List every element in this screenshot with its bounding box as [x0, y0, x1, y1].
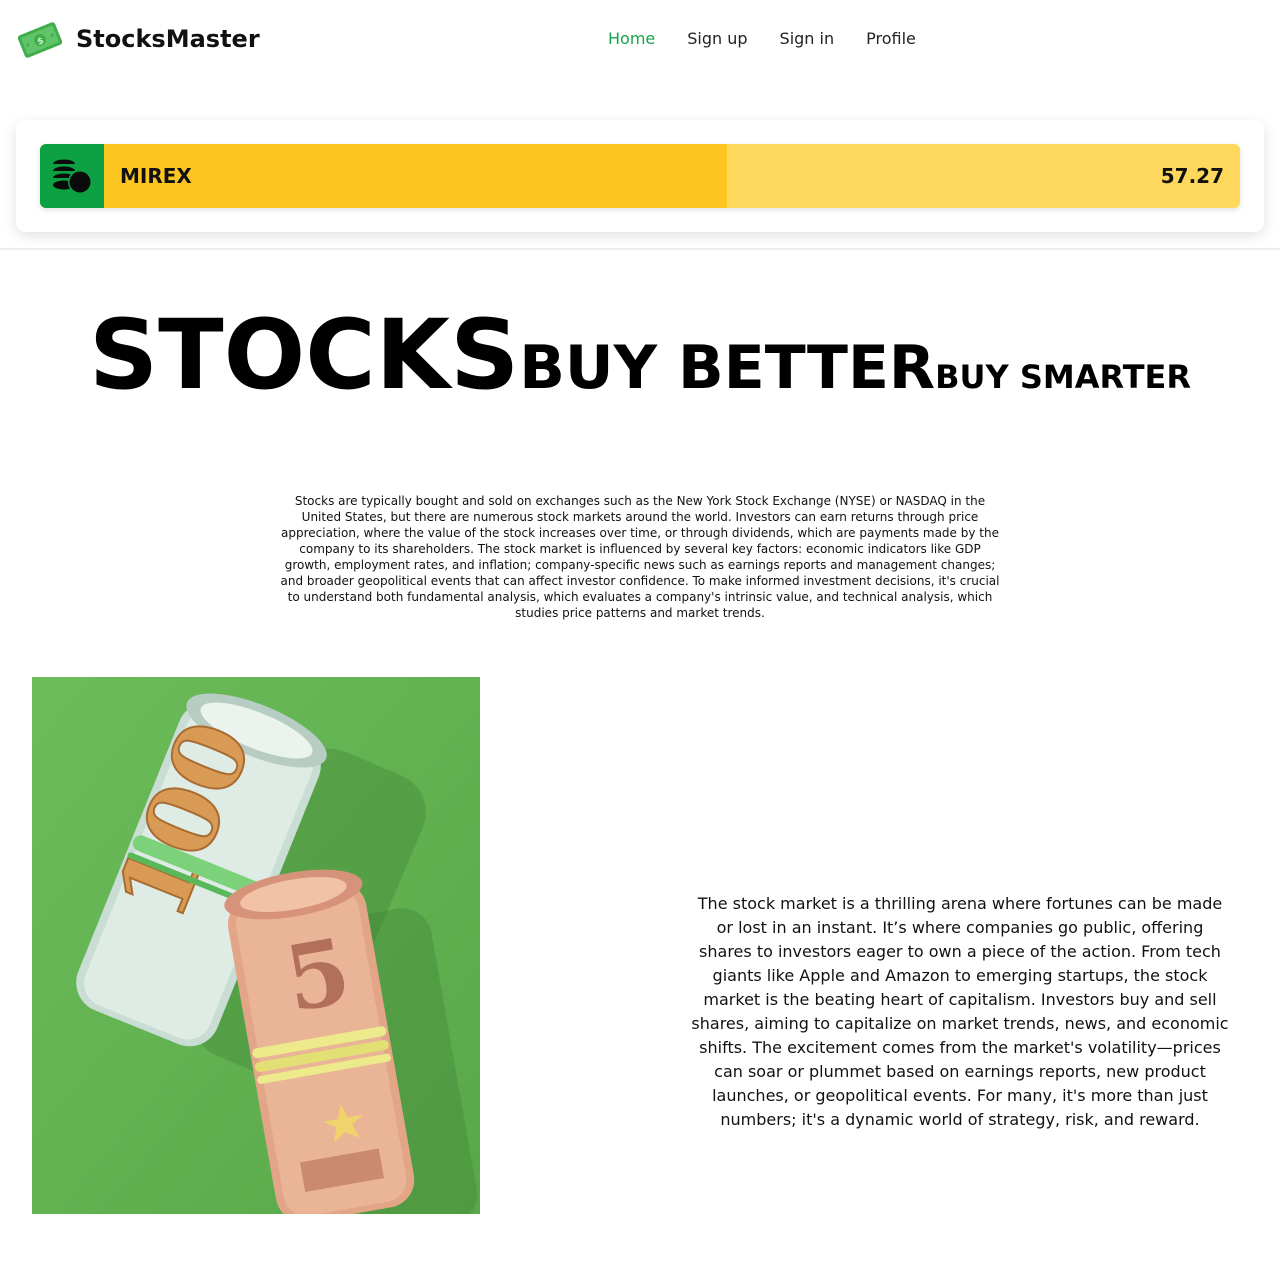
nav-home[interactable]: Home [608, 29, 655, 49]
nav-profile[interactable]: Profile [866, 29, 916, 49]
nav-sign-in[interactable]: Sign in [780, 29, 835, 49]
rolled-banknotes-image: 100 5 [32, 677, 480, 1214]
ticker-value: 57.27 [1160, 164, 1224, 188]
hero-word-buy-better: BUY BETTER [519, 333, 936, 403]
nav-sign-up[interactable]: Sign up [687, 29, 747, 49]
section-divider [0, 248, 1280, 250]
hero-word-stocks: STOCKS [88, 299, 520, 411]
story-paragraph: The stock market is a thrilling arena wh… [691, 894, 1229, 1129]
banknotes-illustration: 100 5 [32, 677, 480, 1214]
ticker-icon-box [40, 144, 104, 208]
brand-name[interactable]: StocksMaster [76, 24, 260, 54]
intro-paragraph: Stocks are typically bought and sold on … [280, 494, 1000, 620]
coins-icon [53, 159, 92, 194]
hero-word-buy-smarter: BUY SMARTER [935, 358, 1192, 396]
ticker-bar[interactable]: MIREX 57.27 [40, 144, 1240, 208]
ticker-card: MIREX 57.27 [16, 120, 1264, 232]
site-header: $ StocksMaster Home Sign up Sign in Prof… [0, 0, 1280, 80]
hero-heading: STOCKSBUY BETTERBUY SMARTER [0, 300, 1280, 410]
main-nav: Home Sign up Sign in Profile [608, 29, 916, 49]
money-bill-icon[interactable]: $ [16, 18, 64, 62]
ticker-symbol: MIREX [120, 164, 192, 188]
